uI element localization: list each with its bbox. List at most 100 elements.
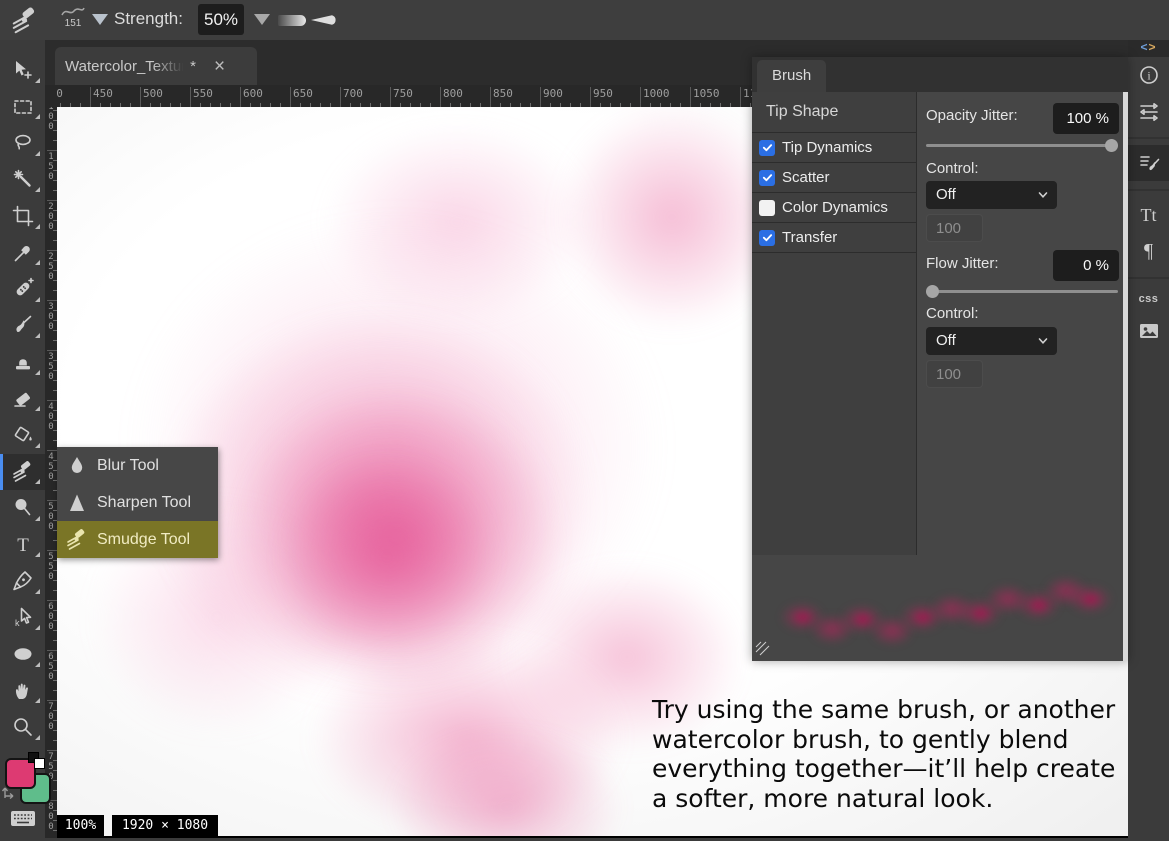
ruler-tick: [430, 103, 431, 107]
ruler-tick: [530, 103, 531, 107]
strength-dropdown-arrow[interactable]: [254, 14, 270, 25]
opacity-control-dropdown[interactable]: Off: [926, 181, 1057, 209]
ruler-tick: [53, 690, 57, 691]
ruler-major-tick: [47, 300, 57, 301]
section-tip-dynamics[interactable]: Tip Dynamics: [752, 133, 916, 163]
tool-smudge[interactable]: [0, 453, 45, 490]
keyboard-shortcuts-icon[interactable]: [0, 804, 45, 834]
ruler-tick: [210, 103, 211, 107]
ruler-tick: [100, 103, 101, 107]
tool-brush[interactable]: [0, 308, 45, 345]
document-tab[interactable]: Watercolor_Textur * ×: [55, 47, 257, 85]
strength-value-box[interactable]: 50%: [198, 4, 244, 35]
brush-panel-tab[interactable]: Brush: [757, 60, 827, 92]
panel-icon-tool-settings[interactable]: [1128, 93, 1169, 129]
tool-lasso[interactable]: [0, 125, 45, 162]
flow-control-dropdown[interactable]: Off: [926, 327, 1057, 355]
tool-eraser[interactable]: [0, 381, 45, 418]
brush-preset-dropdown-arrow[interactable]: [92, 14, 108, 25]
tool-crop[interactable]: [0, 198, 45, 235]
svg-text:T: T: [17, 535, 29, 556]
tool-hand[interactable]: [0, 673, 45, 710]
tool-magic-wand[interactable]: [0, 162, 45, 199]
ruler-label: 800: [48, 802, 54, 832]
opacity-jitter-value[interactable]: 100 %: [1053, 103, 1119, 134]
tool-type[interactable]: T: [0, 527, 45, 564]
ruler-tick: [680, 103, 681, 107]
opacity-steps-input[interactable]: 100: [926, 214, 983, 242]
section-transfer[interactable]: Transfer: [752, 223, 916, 253]
ruler-label: 250: [48, 252, 54, 282]
section-tip-shape[interactable]: Tip Shape: [752, 92, 916, 133]
checkbox-unchecked[interactable]: [759, 199, 775, 216]
ruler-tick: [53, 140, 57, 141]
checkbox-checked[interactable]: [759, 139, 775, 156]
ruler-tick: [570, 103, 571, 107]
ruler-tick: [80, 103, 81, 107]
tool-eyedropper[interactable]: [0, 235, 45, 272]
checkbox-checked[interactable]: [759, 229, 775, 246]
ruler-major-tick: [490, 87, 491, 107]
taper-pressure-toggle-icon[interactable]: [310, 13, 340, 27]
ruler-tick: [270, 103, 271, 107]
section-label: Tip Dynamics: [782, 139, 873, 156]
brush-stroke-preview: [752, 555, 1128, 661]
section-scatter[interactable]: Scatter: [752, 163, 916, 193]
ruler-label: 100: [48, 107, 54, 132]
panel-icon-info[interactable]: i: [1128, 57, 1169, 93]
slider-handle[interactable]: [926, 285, 939, 298]
ruler-tick: [250, 103, 251, 107]
tool-move[interactable]: [0, 52, 45, 89]
panel-icon-typography[interactable]: Tt: [1128, 197, 1169, 233]
panel-icon-css[interactable]: css: [1128, 285, 1169, 313]
tool-paint-bucket[interactable]: [0, 417, 45, 454]
menu-item-sharpen-tool[interactable]: Sharpen Tool: [57, 484, 218, 521]
panel-icon-image[interactable]: [1128, 313, 1169, 349]
opacity-jitter-slider[interactable]: [926, 139, 1118, 152]
panel-icon-paragraph[interactable]: ¶: [1128, 233, 1169, 269]
flow-jitter-slider[interactable]: [926, 285, 1118, 298]
tool-clone-stamp[interactable]: [0, 344, 45, 381]
code-view-toggle[interactable]: <>: [1128, 40, 1169, 57]
tool-rectangle-select[interactable]: [0, 89, 45, 126]
panel-resize-handle[interactable]: [755, 641, 771, 657]
ruler-major-tick: [47, 200, 57, 201]
close-tab-icon[interactable]: ×: [214, 57, 225, 76]
tool-zoom[interactable]: [0, 709, 45, 746]
ruler-tick: [53, 290, 57, 291]
status-zoom-level[interactable]: 100%: [57, 815, 104, 836]
section-label: Tip Shape: [766, 103, 839, 120]
ruler-major-tick: [340, 87, 341, 107]
ruler-tick: [420, 103, 421, 107]
ruler-label: 300: [48, 302, 54, 332]
flow-jitter-value[interactable]: 0 %: [1053, 250, 1119, 281]
brush-preset-picker[interactable]: 151: [56, 2, 90, 38]
flow-steps-input[interactable]: 100: [926, 360, 983, 388]
ruler-tick: [53, 340, 57, 341]
ruler-tick: [560, 103, 561, 107]
ruler-tick: [600, 103, 601, 107]
tool-path-select[interactable]: k: [0, 600, 45, 637]
menu-item-blur-tool[interactable]: Blur Tool: [57, 447, 218, 484]
panel-icon-brush-panel[interactable]: [1128, 145, 1169, 181]
menu-item-smudge-tool[interactable]: Smudge Tool: [57, 521, 218, 558]
ruler-label: 400: [48, 402, 54, 432]
checkbox-checked[interactable]: [759, 169, 775, 186]
default-colors-white[interactable]: [34, 757, 45, 769]
color-swatches[interactable]: [0, 751, 51, 804]
fade-pressure-toggle-icon[interactable]: [278, 15, 306, 26]
note-line: everything together—it’ll help create: [652, 754, 1116, 783]
strip-separator: [1128, 181, 1169, 191]
tool-sidebar: T k: [0, 40, 51, 841]
slider-handle[interactable]: [1105, 139, 1118, 152]
tool-healing-brush[interactable]: [0, 271, 45, 308]
tool-pen[interactable]: [0, 563, 45, 600]
ruler-label: 600: [48, 602, 54, 632]
top-toolbar: 151 Strength: 50%: [0, 0, 1169, 40]
section-color-dynamics[interactable]: Color Dynamics: [752, 193, 916, 223]
ruler-label: 500: [143, 87, 163, 100]
tool-dodge[interactable]: [0, 490, 45, 527]
tool-ellipse-shape[interactable]: [0, 636, 45, 673]
panel-scrollbar[interactable]: [1123, 92, 1128, 661]
svg-text:k: k: [15, 618, 20, 628]
